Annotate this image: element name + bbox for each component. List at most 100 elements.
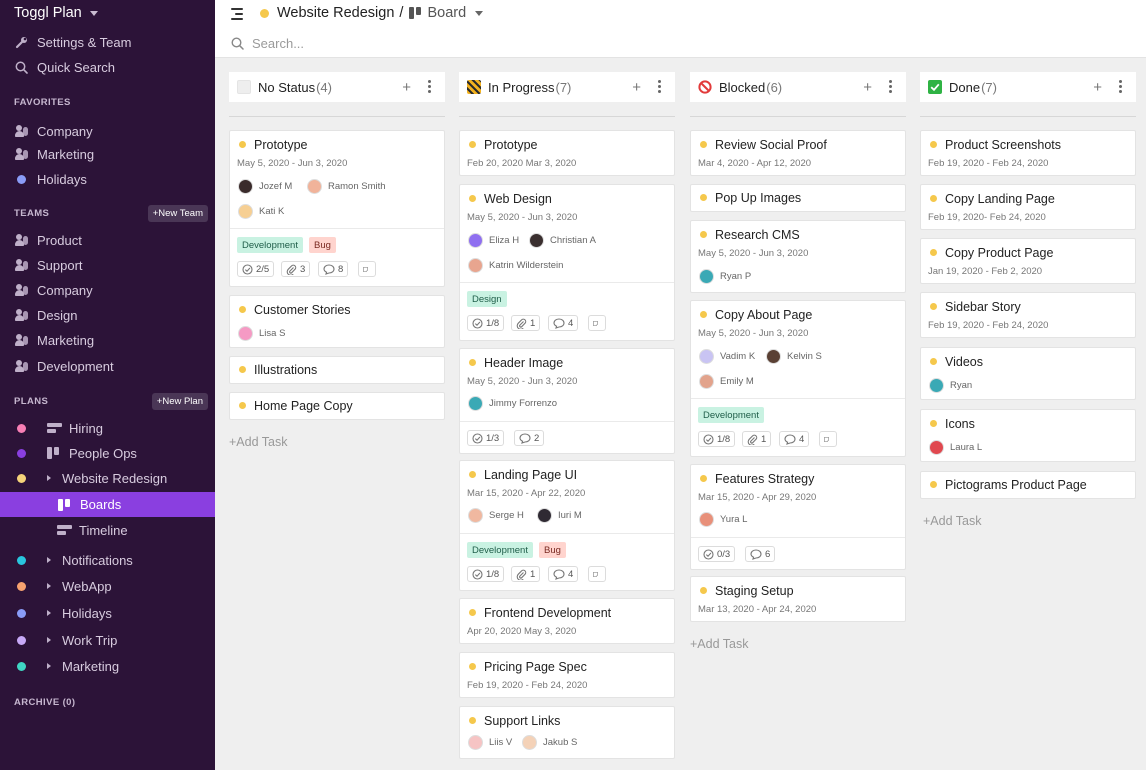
checklist-chip[interactable]: 0/3: [698, 546, 736, 562]
task-card[interactable]: Review Social Proof Mar 4, 2020 - Apr 12…: [690, 130, 906, 176]
plan-work-trip[interactable]: Work Trip: [0, 628, 215, 652]
assignee[interactable]: Jozef M: [238, 179, 292, 194]
more-icon[interactable]: [1119, 80, 1122, 93]
collapse-sidebar-icon[interactable]: [231, 8, 245, 20]
new-team-button[interactable]: +New Team: [147, 205, 208, 222]
tag-design[interactable]: Design: [467, 291, 507, 307]
chevron-right-icon[interactable]: [47, 663, 51, 669]
checklist-chip[interactable]: 1/8: [698, 431, 736, 447]
notes-chip[interactable]: [588, 315, 606, 331]
assignee[interactable]: Kati K: [238, 204, 284, 219]
plan-view-boards[interactable]: Boards: [0, 492, 215, 517]
favorite-holidays[interactable]: Holidays: [0, 167, 215, 191]
attachment-chip[interactable]: 3: [281, 261, 311, 277]
more-icon[interactable]: [428, 80, 431, 93]
task-card[interactable]: Research CMS May 5, 2020 - Jun 3, 2020 R…: [690, 220, 906, 293]
comments-chip[interactable]: 4: [779, 431, 810, 447]
add-icon[interactable]: +: [863, 79, 872, 96]
favorite-company[interactable]: Company: [0, 119, 215, 143]
more-icon[interactable]: [889, 80, 892, 93]
quick-search-link[interactable]: Quick Search: [0, 55, 215, 79]
notes-chip[interactable]: [819, 431, 837, 447]
task-card[interactable]: Prototype May 5, 2020 - Jun 3, 2020 Joze…: [229, 130, 445, 287]
tag-development[interactable]: Development: [698, 407, 764, 423]
sidebar-item-company[interactable]: Company: [0, 278, 215, 302]
task-card[interactable]: Copy About Page May 5, 2020 - Jun 3, 202…: [690, 300, 906, 457]
assignee[interactable]: Eliza H: [468, 233, 519, 248]
task-card[interactable]: Prototype Feb 20, 2020 Mar 3, 2020: [459, 130, 675, 176]
assignee[interactable]: Jimmy Forrenzo: [468, 396, 557, 411]
chevron-right-icon[interactable]: [47, 557, 51, 563]
task-card[interactable]: Sidebar Story Feb 19, 2020 - Feb 24, 202…: [920, 292, 1136, 338]
chevron-down-icon[interactable]: [475, 10, 484, 16]
assignee[interactable]: Ramon Smith: [307, 179, 386, 194]
task-card[interactable]: Icons Laura L: [920, 409, 1136, 462]
task-card[interactable]: Customer Stories Lisa S: [229, 295, 445, 348]
comments-chip[interactable]: 4: [548, 315, 579, 331]
plan-view-timeline[interactable]: Timeline: [0, 518, 215, 542]
attachment-chip[interactable]: 1: [511, 315, 541, 331]
view-switcher[interactable]: Board: [427, 5, 466, 21]
settings-link[interactable]: Settings & Team: [0, 30, 215, 54]
assignee[interactable]: Lisa S: [238, 326, 285, 341]
tag-development[interactable]: Development: [237, 237, 303, 253]
sidebar-item-support[interactable]: Support: [0, 253, 215, 277]
sidebar-item-marketing[interactable]: Marketing: [0, 328, 215, 352]
assignee[interactable]: Jakub S: [522, 735, 577, 750]
assignee[interactable]: Liis V: [468, 735, 512, 750]
chevron-right-icon[interactable]: [47, 610, 51, 616]
new-plan-button[interactable]: +New Plan: [151, 393, 208, 410]
assignee[interactable]: Yura L: [699, 512, 747, 527]
assignee[interactable]: Vadim K: [699, 349, 755, 364]
app-switcher[interactable]: Toggl Plan: [14, 1, 98, 25]
assignee[interactable]: Ryan: [929, 378, 972, 393]
task-card[interactable]: Videos Ryan: [920, 347, 1136, 400]
assignee[interactable]: Serge H: [468, 508, 524, 523]
archive-link[interactable]: ARCHIVE (0): [14, 697, 75, 708]
sidebar-item-product[interactable]: Product: [0, 228, 215, 252]
tag-bug[interactable]: Bug: [309, 237, 336, 253]
assignee[interactable]: Ryan P: [699, 269, 751, 284]
task-card[interactable]: Product Screenshots Feb 19, 2020 - Feb 2…: [920, 130, 1136, 176]
more-icon[interactable]: [658, 80, 661, 93]
comments-chip[interactable]: 2: [514, 430, 545, 446]
assignee[interactable]: Iuri M: [537, 508, 582, 523]
checklist-chip[interactable]: 1/8: [467, 566, 505, 582]
task-card[interactable]: Pictograms Product Page: [920, 471, 1136, 499]
tag-development[interactable]: Development: [467, 542, 533, 558]
task-card[interactable]: Frontend Development Apr 20, 2020 May 3,…: [459, 598, 675, 644]
plan-webapp[interactable]: WebApp: [0, 574, 215, 598]
add-task-button[interactable]: +Add Task: [923, 514, 982, 528]
task-card[interactable]: Support Links Liis V Jakub S: [459, 706, 675, 759]
add-icon[interactable]: +: [1093, 79, 1102, 96]
task-card[interactable]: Features Strategy Mar 15, 2020 - Apr 29,…: [690, 464, 906, 570]
notes-chip[interactable]: [588, 566, 606, 582]
notes-chip[interactable]: [358, 261, 376, 277]
add-icon[interactable]: +: [402, 79, 411, 96]
chevron-right-icon[interactable]: [47, 637, 51, 643]
plan-people-ops[interactable]: People Ops: [0, 441, 215, 465]
breadcrumb-project[interactable]: Website Redesign: [277, 5, 394, 21]
task-card[interactable]: Pricing Page Spec Feb 19, 2020 - Feb 24,…: [459, 652, 675, 698]
task-card[interactable]: Web Design May 5, 2020 - Jun 3, 2020 Eli…: [459, 184, 675, 341]
assignee[interactable]: Kelvin S: [766, 349, 822, 364]
plan-hiring[interactable]: Hiring: [0, 416, 215, 440]
checklist-chip[interactable]: 1/3: [467, 430, 505, 446]
checklist-chip[interactable]: 1/8: [467, 315, 505, 331]
search-bar[interactable]: Search...: [231, 36, 304, 51]
plan-website-redesign[interactable]: Website Redesign: [0, 466, 215, 490]
task-card[interactable]: Staging Setup Mar 13, 2020 - Apr 24, 202…: [690, 576, 906, 622]
task-card[interactable]: Copy Product Page Jan 19, 2020 - Feb 2, …: [920, 238, 1136, 284]
task-card[interactable]: Pop Up Images: [690, 184, 906, 212]
assignee[interactable]: Emily M: [699, 374, 754, 389]
sidebar-item-design[interactable]: Design: [0, 303, 215, 327]
attachment-chip[interactable]: 1: [511, 566, 541, 582]
assignee[interactable]: Katrin Wilderstein: [468, 258, 563, 273]
plan-marketing[interactable]: Marketing: [0, 654, 215, 678]
task-card[interactable]: Landing Page UI Mar 15, 2020 - Apr 22, 2…: [459, 460, 675, 591]
checklist-chip[interactable]: 2/5: [237, 261, 275, 277]
task-card[interactable]: Header Image May 5, 2020 - Jun 3, 2020 J…: [459, 348, 675, 454]
tag-bug[interactable]: Bug: [539, 542, 566, 558]
add-icon[interactable]: +: [632, 79, 641, 96]
plan-holidays[interactable]: Holidays: [0, 601, 215, 625]
